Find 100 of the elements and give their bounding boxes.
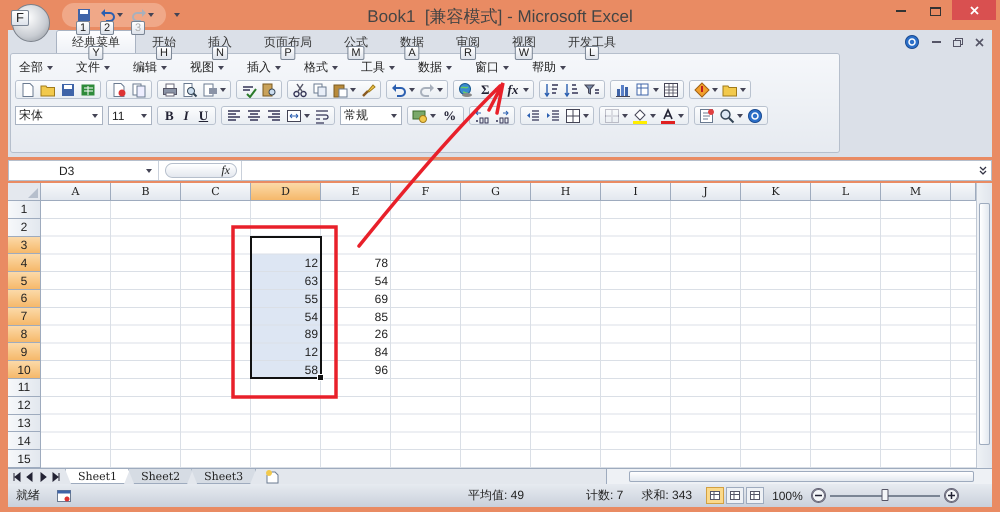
view-button[interactable] [706, 487, 724, 504]
font-color-icon[interactable] [660, 108, 676, 124]
caret-icon[interactable] [146, 168, 152, 172]
row-header[interactable]: 6 [8, 290, 41, 308]
filter-icon[interactable] [584, 82, 600, 98]
magnifier-icon[interactable] [719, 108, 736, 124]
page-break-view-icon[interactable] [750, 491, 760, 500]
vertical-scrollbar[interactable] [976, 183, 992, 468]
menu-item[interactable]: 帮助 [532, 59, 556, 76]
caret-icon[interactable] [712, 88, 718, 92]
increase-indent-icon[interactable] [545, 108, 562, 124]
caret-icon[interactable] [350, 88, 356, 92]
document-icon[interactable] [20, 82, 36, 98]
caret-icon[interactable] [389, 66, 395, 70]
pivot-icon[interactable] [635, 82, 652, 98]
spreadsheet-icon[interactable] [80, 82, 96, 98]
row-header[interactable]: 1 [8, 201, 41, 219]
caret-icon[interactable] [174, 13, 180, 17]
sheet-tab[interactable]: Sheet2 [128, 469, 194, 484]
permission-icon[interactable] [111, 82, 127, 98]
row-header[interactable]: 10 [8, 361, 41, 379]
menu-item[interactable]: 视图 [190, 59, 214, 76]
decrease-indent-icon[interactable] [525, 108, 542, 124]
zoom-in-icon[interactable] [944, 488, 959, 503]
help-icon[interactable] [904, 34, 920, 50]
font-field[interactable]: 宋体 [15, 106, 103, 125]
sheet-edit-icon[interactable] [699, 108, 716, 124]
preview-icon[interactable] [182, 82, 198, 98]
column-header[interactable]: D [251, 183, 321, 201]
bold-button[interactable]: B [162, 108, 177, 124]
caret-icon[interactable] [737, 114, 744, 118]
caret-icon[interactable] [47, 66, 53, 70]
caret-icon[interactable] [740, 88, 746, 92]
research-icon[interactable] [261, 82, 277, 98]
caret-icon[interactable] [653, 88, 660, 92]
caret-icon[interactable] [148, 13, 154, 17]
column-header[interactable]: L [811, 183, 881, 201]
function-button[interactable]: fx [504, 82, 522, 98]
diamond-icon[interactable] [694, 82, 710, 98]
caret-icon[interactable] [218, 66, 224, 70]
horizontal-scrollbar[interactable] [606, 469, 992, 484]
row-header[interactable]: 15 [8, 450, 41, 468]
caret-icon[interactable] [503, 66, 509, 70]
table-icon[interactable] [663, 82, 680, 98]
underline-button[interactable]: U [196, 108, 212, 124]
globe-icon[interactable] [458, 82, 474, 98]
column-header[interactable]: J [671, 183, 741, 201]
align-left-icon[interactable] [226, 108, 242, 124]
previous-sheet-icon[interactable] [25, 472, 35, 482]
row-header[interactable]: 2 [8, 218, 41, 237]
column-header[interactable]: E [321, 183, 391, 201]
sort-descending-icon[interactable] [564, 82, 580, 98]
caret-icon[interactable] [92, 114, 98, 118]
column-header[interactable]: C [181, 183, 251, 201]
wrap-text-icon[interactable] [314, 108, 330, 124]
caret-icon[interactable] [650, 114, 656, 118]
sheet-tab[interactable]: Sheet1 [65, 469, 130, 484]
percent-button[interactable]: % [440, 108, 460, 124]
menu-item[interactable]: 编辑 [133, 59, 157, 76]
caret-icon[interactable] [391, 114, 398, 118]
caret-icon[interactable] [446, 66, 452, 70]
menu-item[interactable]: 插入 [247, 59, 271, 76]
zoom-out-icon[interactable] [810, 488, 826, 503]
brush-icon[interactable] [360, 82, 376, 98]
column-header[interactable]: F [391, 183, 461, 201]
expand-icon[interactable] [979, 166, 987, 175]
caret-icon[interactable] [332, 66, 338, 70]
caret-icon[interactable] [275, 66, 281, 70]
normal-view-icon[interactable] [710, 491, 720, 500]
caret-icon[interactable] [523, 88, 530, 92]
column-header[interactable]: M [881, 183, 951, 201]
font-size-field[interactable]: 11 [108, 106, 152, 125]
name-box[interactable]: D3 [9, 161, 159, 180]
save-icon[interactable] [60, 82, 76, 98]
row-header[interactable]: 4 [8, 254, 41, 272]
last-sheet-icon[interactable] [51, 472, 61, 482]
fill-color-icon[interactable] [632, 108, 648, 124]
currency-icon[interactable] [412, 108, 428, 124]
caret-icon[interactable] [583, 114, 590, 118]
column-header[interactable]: B [111, 183, 181, 201]
caret-icon[interactable] [678, 114, 684, 118]
row-header[interactable]: 7 [8, 308, 41, 326]
column-header[interactable]: I [601, 183, 671, 201]
italic-button[interactable]: I [180, 108, 192, 124]
help-icon[interactable] [747, 108, 764, 124]
view-button[interactable] [746, 487, 764, 504]
menu-item[interactable]: 工具 [361, 59, 385, 76]
sheet-tab[interactable]: Sheet3 [191, 469, 256, 484]
number-format-field[interactable]: 常规 [340, 106, 402, 125]
menu-item[interactable]: 窗口 [475, 59, 499, 76]
scissors-icon[interactable] [292, 82, 308, 98]
menu-item[interactable]: 文件 [76, 59, 100, 76]
caret-icon[interactable] [409, 88, 415, 92]
close-button[interactable] [952, 0, 996, 20]
merge-icon[interactable] [286, 108, 302, 124]
restore-icon[interactable] [953, 38, 963, 46]
row-header[interactable]: 11 [8, 378, 41, 397]
caret-icon[interactable] [117, 13, 123, 17]
row-header[interactable]: 14 [8, 432, 41, 450]
align-center-icon[interactable] [246, 108, 262, 124]
